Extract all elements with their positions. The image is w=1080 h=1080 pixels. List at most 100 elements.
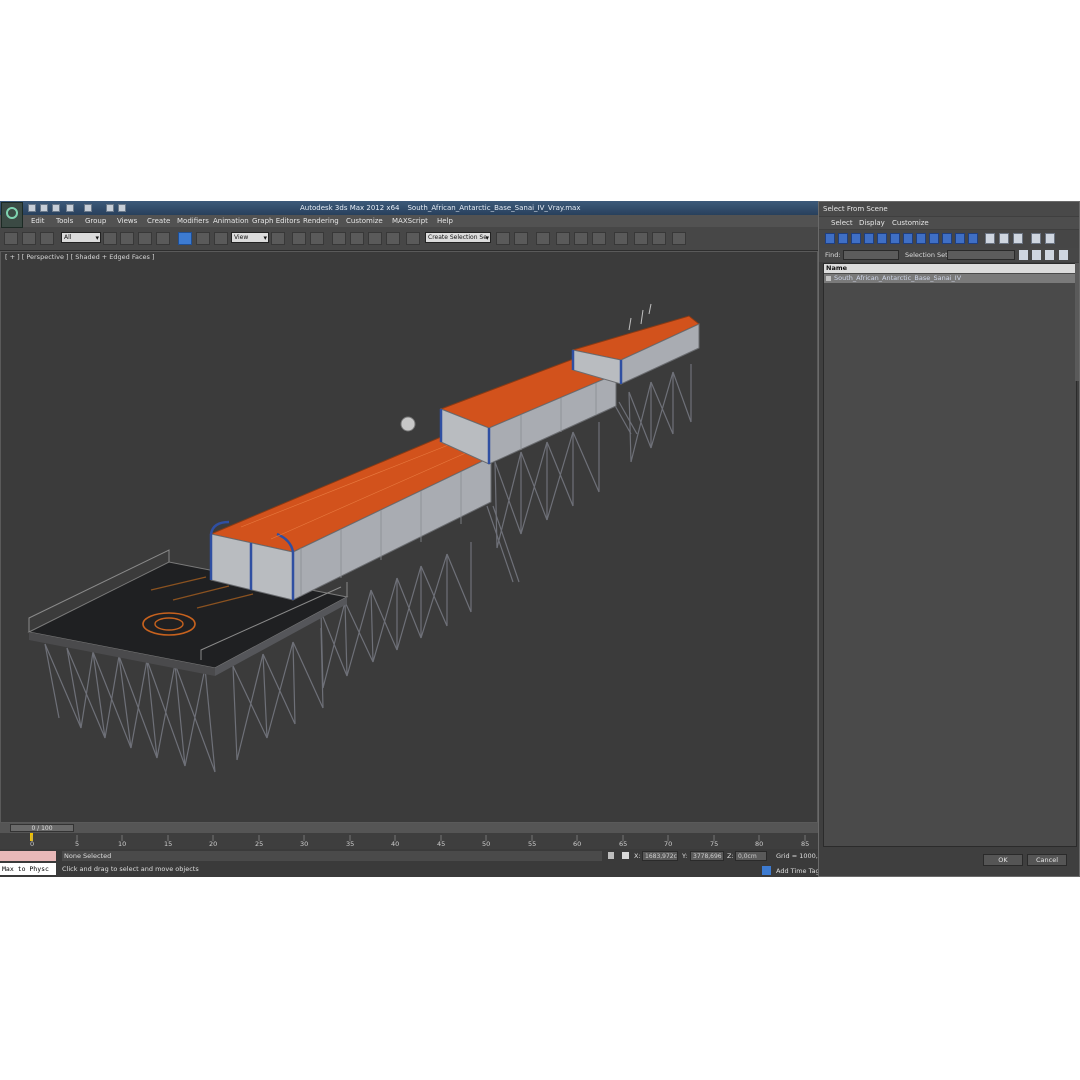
list-item[interactable]: South_African_Antarctic_Base_Sanai_IV — [824, 274, 1076, 283]
column-header-name[interactable]: Name — [824, 264, 1076, 273]
undo-icon[interactable] — [66, 204, 74, 212]
track-bar[interactable]: 0 5 10 15 20 25 30 35 40 45 50 55 60 65 … — [0, 833, 818, 849]
bind-space-warp-icon[interactable] — [40, 232, 54, 245]
perspective-viewport[interactable]: [ + ] [ Perspective ] [ Shaded + Edged F… — [0, 251, 818, 864]
select-all-icon[interactable] — [1019, 250, 1028, 260]
render-setup-icon[interactable] — [634, 232, 648, 245]
display-helpers-icon[interactable] — [877, 233, 887, 244]
spinner-snap-icon[interactable] — [386, 232, 400, 245]
add-time-tag-button[interactable]: Add Time Tag — [776, 867, 820, 875]
schematic-view-icon[interactable] — [592, 232, 606, 245]
filter-icon[interactable] — [1031, 233, 1041, 244]
scrollbar[interactable] — [1075, 263, 1079, 381]
display-geometry-icon[interactable] — [825, 233, 835, 244]
tick-label: 85 — [801, 840, 810, 848]
time-tag-icon[interactable] — [762, 866, 771, 875]
pivot-center-icon[interactable] — [271, 232, 285, 245]
lock-selection-icon[interactable] — [608, 852, 614, 859]
display-cameras-icon[interactable] — [864, 233, 874, 244]
quick-access-dropdown-icon[interactable] — [118, 204, 126, 212]
link-icon[interactable] — [4, 232, 18, 245]
mirror-icon[interactable] — [496, 232, 510, 245]
menu-group[interactable]: Group — [85, 217, 106, 225]
time-slider[interactable]: 0 / 100 — [0, 823, 818, 833]
menu-edit[interactable]: Edit — [31, 217, 45, 225]
select-invert-icon[interactable] — [1045, 250, 1054, 260]
new-file-icon[interactable] — [28, 204, 36, 212]
menu-animation[interactable]: Animation — [213, 217, 249, 225]
display-xrefs-icon[interactable] — [916, 233, 926, 244]
snaps-toggle-icon[interactable] — [332, 232, 346, 245]
select-and-manipulate-icon[interactable] — [292, 232, 306, 245]
project-folder-icon[interactable] — [106, 204, 114, 212]
y-coordinate-field[interactable]: 3778,696 — [690, 851, 724, 861]
dialog-menu-select[interactable]: Select — [831, 219, 853, 227]
display-all-icon[interactable] — [985, 233, 995, 244]
curve-editor-icon[interactable] — [574, 232, 588, 245]
z-coordinate-field[interactable]: 0,0cm — [735, 851, 767, 861]
sync-selection-icon[interactable] — [1059, 250, 1068, 260]
render-production-icon[interactable] — [672, 232, 686, 245]
menu-views[interactable]: Views — [117, 217, 137, 225]
select-and-move-icon[interactable] — [178, 232, 192, 245]
percent-snap-icon[interactable] — [368, 232, 382, 245]
sort-icon[interactable] — [1045, 233, 1055, 244]
display-hidden-icon[interactable] — [968, 233, 978, 244]
open-file-icon[interactable] — [40, 204, 48, 212]
select-object-icon[interactable] — [103, 232, 117, 245]
selection-set-dropdown[interactable] — [947, 250, 1015, 260]
menu-graph-editors[interactable]: Graph Editors — [252, 217, 300, 225]
cancel-button[interactable]: Cancel — [1027, 854, 1067, 866]
dialog-menu-display[interactable]: Display — [859, 219, 885, 227]
menu-maxscript[interactable]: MAXScript — [392, 217, 428, 225]
edit-named-selection-icon[interactable] — [406, 232, 420, 245]
display-lights-icon[interactable] — [851, 233, 861, 244]
display-shapes-icon[interactable] — [838, 233, 848, 244]
display-invert-icon[interactable] — [1013, 233, 1023, 244]
find-input[interactable] — [843, 250, 899, 260]
select-by-name-icon[interactable] — [120, 232, 134, 245]
display-space-warps-icon[interactable] — [890, 233, 900, 244]
reference-coordinate-dropdown[interactable]: View — [231, 232, 269, 243]
ok-button[interactable]: OK — [983, 854, 1023, 866]
menu-modifiers[interactable]: Modifiers — [177, 217, 209, 225]
angle-snap-icon[interactable] — [350, 232, 364, 245]
maxscript-mini-listener[interactable]: Max to Physc — [0, 863, 56, 875]
menu-tools[interactable]: Tools — [56, 217, 73, 225]
menu-create[interactable]: Create — [147, 217, 170, 225]
display-bones-icon[interactable] — [929, 233, 939, 244]
window-crossing-icon[interactable] — [156, 232, 170, 245]
absolute-mode-icon[interactable] — [622, 852, 629, 859]
maxscript-listener-box[interactable] — [0, 851, 56, 861]
display-frozen-icon[interactable] — [955, 233, 965, 244]
menu-rendering[interactable]: Rendering — [303, 217, 339, 225]
dialog-menu-customize[interactable]: Customize — [892, 219, 929, 227]
rendered-frame-window-icon[interactable] — [652, 232, 666, 245]
menu-help[interactable]: Help — [437, 217, 453, 225]
select-none-icon[interactable] — [1032, 250, 1041, 260]
selection-filter-dropdown[interactable]: All — [61, 232, 101, 243]
display-groups-icon[interactable] — [903, 233, 913, 244]
material-editor-icon[interactable] — [614, 232, 628, 245]
unlink-icon[interactable] — [22, 232, 36, 245]
time-slider-thumb[interactable]: 0 / 100 — [10, 824, 74, 832]
menu-customize[interactable]: Customize — [346, 217, 383, 225]
layer-manager-icon[interactable] — [536, 232, 550, 245]
graphite-ribbon-icon[interactable] — [556, 232, 570, 245]
display-none-icon[interactable] — [999, 233, 1009, 244]
tick-label: 45 — [437, 840, 446, 848]
redo-icon[interactable] — [84, 204, 92, 212]
object-list[interactable]: Name South_African_Antarctic_Base_Sanai_… — [823, 263, 1077, 847]
scene-render — [27, 303, 700, 773]
named-selection-dropdown[interactable]: Create Selection Se — [425, 232, 491, 243]
keyboard-shortcut-override-icon[interactable] — [310, 232, 324, 245]
rectangle-selection-icon[interactable] — [138, 232, 152, 245]
select-and-rotate-icon[interactable] — [196, 232, 210, 245]
save-file-icon[interactable] — [52, 204, 60, 212]
display-containers-icon[interactable] — [942, 233, 952, 244]
select-and-scale-icon[interactable] — [214, 232, 228, 245]
tick-label: 10 — [118, 840, 127, 848]
x-coordinate-field[interactable]: 1683,972c — [642, 851, 678, 861]
align-icon[interactable] — [514, 232, 528, 245]
app-logo-button[interactable] — [1, 202, 23, 228]
